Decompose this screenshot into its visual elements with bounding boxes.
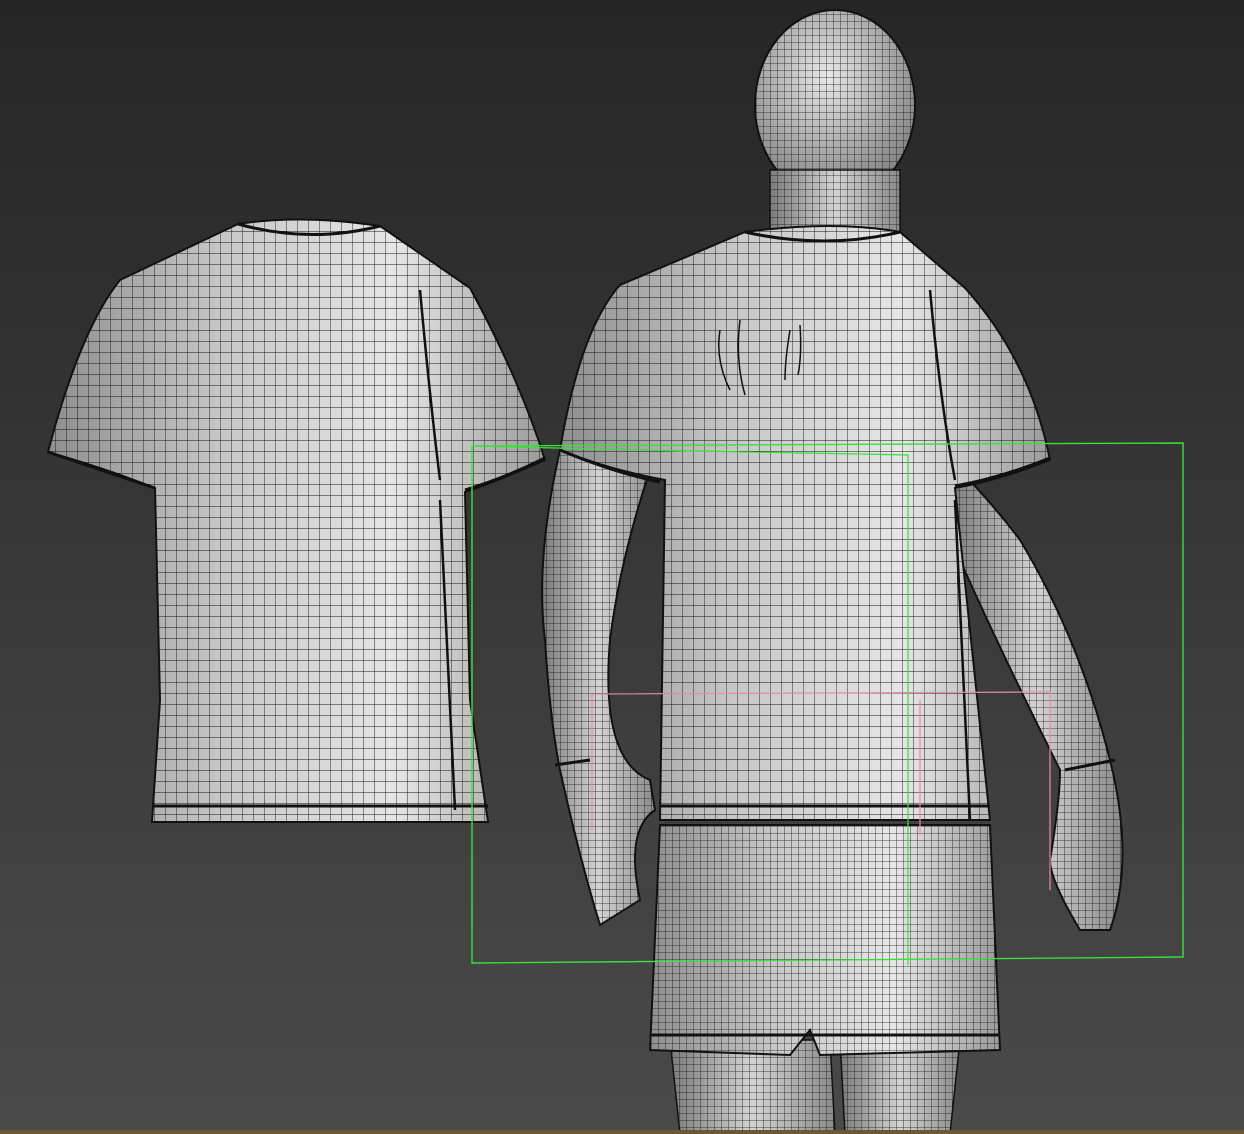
status-bar (0, 1130, 1244, 1134)
character-mesh[interactable] (541, 9, 1124, 1134)
standalone-tshirt-mesh[interactable] (46, 218, 547, 823)
viewport-canvas[interactable] (0, 0, 1244, 1134)
3d-viewport[interactable] (0, 0, 1244, 1134)
